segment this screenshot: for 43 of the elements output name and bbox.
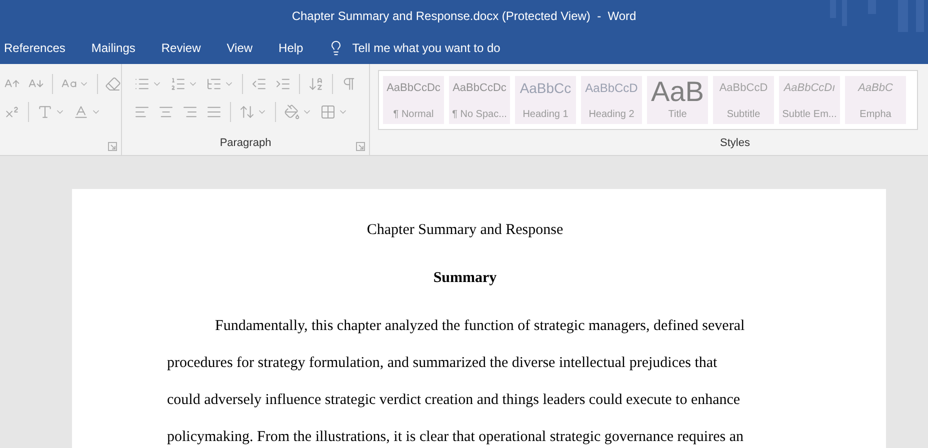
dialog-launcher-icon[interactable] [108, 142, 117, 151]
dialog-launcher-icon[interactable] [356, 142, 365, 151]
group-label: Styles [720, 136, 750, 150]
text-effects-icon[interactable] [37, 104, 53, 120]
style-item[interactable]: AaBbCcD Heading 2 [581, 76, 642, 124]
ribbon-tab[interactable]: Help [266, 32, 316, 64]
align-right-icon[interactable] [182, 104, 198, 120]
multilevel-list-icon[interactable] [206, 76, 222, 92]
style-item[interactable]: AaBbCcD Subtitle [713, 76, 774, 124]
superscript-icon[interactable] [4, 104, 20, 120]
style-item[interactable]: AaBbCcDc ¶ Normal [383, 76, 444, 124]
sort-icon[interactable] [308, 76, 324, 92]
section-heading: Summary [433, 269, 497, 288]
body-text-line: could adversely influence strategic verdict creation and things leaders could execute to enhance [167, 391, 742, 410]
tell-me-field[interactable]: Tell me what you want to do [328, 39, 500, 57]
align-left-icon[interactable] [134, 104, 150, 120]
style-item[interactable]: AaBbCcDı Subtle Em... [779, 76, 840, 124]
ribbon-tab[interactable]: View [214, 32, 266, 64]
ribbon-tab[interactable]: Review [148, 32, 214, 64]
group-label: Paragraph [220, 136, 272, 151]
style-item[interactable]: AaBbC Empha [845, 76, 906, 124]
increase-indent-icon[interactable] [275, 76, 291, 92]
decrease-indent-icon[interactable] [251, 76, 267, 92]
style-item[interactable]: AaBbCc Heading 1 [515, 76, 576, 124]
document-title: Chapter Summary and Response [366, 221, 564, 240]
tell-me-placeholder: Tell me what you want to do [352, 40, 500, 57]
ribbon-tab[interactable]: Mailings [78, 32, 148, 64]
pilcrow-icon[interactable] [341, 76, 357, 92]
body-text-line: Fundamentally, this chapter analyzed the function of strategic managers, defined several [214, 317, 746, 336]
body-text-line: procedures for strategy formulation, and summarized the diverse intellectual prejudices that [167, 354, 718, 373]
clear-formatting-icon[interactable] [105, 76, 121, 92]
style-item[interactable]: AaBbCcDc ¶ No Spac... [449, 76, 510, 124]
borders-icon[interactable] [320, 104, 336, 120]
window-title: Chapter Summary and Response.docx (Protected View) - Word [292, 8, 636, 25]
body-text-line: policymaking. From the illustrations, it is clear that operational strategic governance requires an [167, 428, 744, 447]
align-center-icon[interactable] [158, 104, 174, 120]
line-spacing-icon[interactable] [239, 104, 255, 120]
numbered-list-icon[interactable] [170, 76, 186, 92]
font-color-icon[interactable] [73, 104, 89, 120]
justify-icon[interactable] [206, 104, 222, 120]
shading-icon[interactable] [284, 104, 300, 120]
ribbon-tab[interactable]: References [4, 32, 78, 64]
style-item[interactable]: AaB Title [647, 76, 708, 124]
